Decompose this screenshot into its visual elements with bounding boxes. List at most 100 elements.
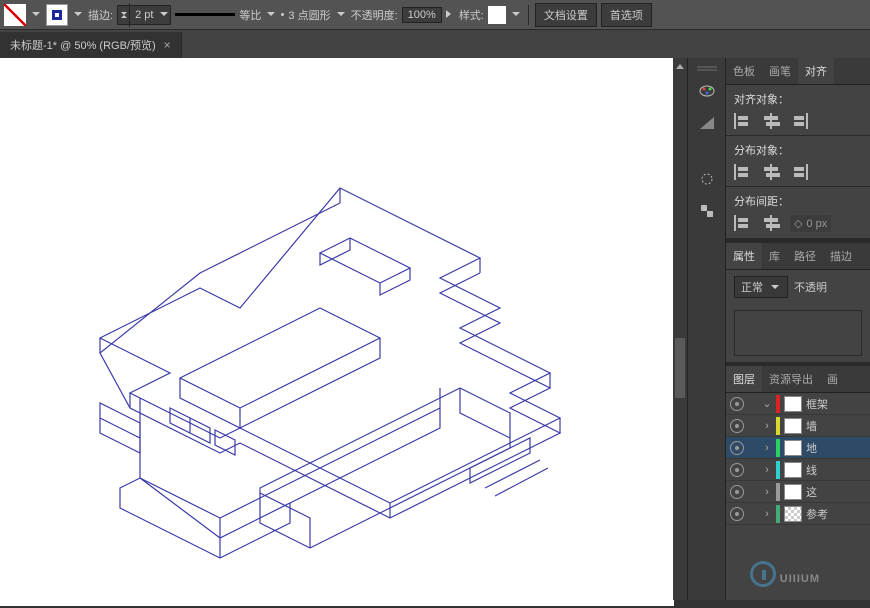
disclosure-icon[interactable]: ⌄ [762, 397, 772, 410]
align-hcenter-icon[interactable] [762, 113, 780, 129]
vertical-scrollbar[interactable] [673, 58, 687, 600]
fill-dropdown[interactable] [30, 9, 42, 21]
disclosure-icon[interactable]: › [762, 508, 772, 520]
profile-dropdown[interactable] [265, 9, 277, 21]
tab-asset-export[interactable]: 资源导出 [762, 366, 820, 392]
spacing-input[interactable]: ◇0 px [790, 215, 831, 232]
style-dropdown[interactable] [510, 9, 522, 21]
document-tab-bar: 未标题-1* @ 50% (RGB/预览) × [0, 30, 870, 58]
stroke-swatch[interactable] [46, 4, 68, 26]
layer-name: 地 [806, 440, 817, 456]
blend-opacity-label: 不透明 [794, 279, 827, 295]
layer-row[interactable]: ›这 [726, 481, 870, 503]
scrollbar-thumb[interactable] [675, 338, 685, 398]
opacity-input[interactable]: 100% [402, 7, 442, 23]
distribute-vcenter-icon[interactable] [762, 164, 780, 180]
watermark: UIIIUM [750, 561, 820, 588]
layer-row[interactable]: ›地 [726, 437, 870, 459]
top-toolbar: 描边: 2 pt 等比 3 点圆形 不透明度: 100% 样式: 文档设置 首选… [0, 0, 870, 30]
layer-row[interactable]: › 参考 [726, 503, 870, 525]
scroll-up-icon[interactable] [676, 60, 684, 69]
tab-swatches[interactable]: 色板 [726, 58, 762, 84]
layer-color-chip [776, 417, 780, 435]
preferences-button[interactable]: 首选项 [601, 3, 652, 27]
brush-preview[interactable]: 3 点圆形 [281, 7, 330, 23]
distribute-top-icon[interactable] [734, 164, 752, 180]
layer-row[interactable]: ⌄ 框架 [726, 393, 870, 415]
layer-thumbnail [784, 506, 802, 522]
opacity-more-icon[interactable] [446, 9, 455, 21]
layer-thumbnail [784, 462, 802, 478]
tab-libraries[interactable]: 库 [762, 243, 787, 269]
tab-close-icon[interactable]: × [164, 38, 171, 52]
align-objects-header: 对齐对象： [734, 91, 862, 107]
layer-row[interactable]: ›线 [726, 459, 870, 481]
align-left-icon[interactable] [734, 113, 752, 129]
layer-thumbnail [784, 440, 802, 456]
visibility-toggle-icon[interactable] [730, 441, 744, 455]
layer-row[interactable]: ›墙 [726, 415, 870, 437]
visibility-toggle-icon[interactable] [730, 507, 744, 521]
layer-color-chip [776, 461, 780, 479]
align-panel: 对齐对象： [726, 85, 870, 136]
blend-mode-dropdown[interactable]: 正常 [734, 276, 788, 298]
stroke-weight-input[interactable]: 2 pt [117, 5, 171, 25]
visibility-toggle-icon[interactable] [730, 397, 744, 411]
layer-name: 线 [806, 462, 817, 478]
layer-color-chip [776, 395, 780, 413]
layer-name: 参考 [806, 506, 828, 522]
opacity-label: 不透明度: [351, 7, 398, 23]
tab-pathfinder[interactable]: 路径 [787, 243, 823, 269]
document-setup-button[interactable]: 文档设置 [535, 3, 597, 27]
hspacing-icon[interactable] [734, 215, 752, 231]
layers-list: ⌄框架›墙›地›线›这›参考 [726, 393, 870, 525]
appearance-preview-box [734, 310, 862, 356]
panel-dock-strip [687, 58, 725, 600]
layer-color-chip [776, 505, 780, 523]
stroke-profile-preview[interactable] [175, 13, 235, 16]
spacing-panel: 分布间距： ◇0 px [726, 187, 870, 239]
disclosure-icon[interactable]: › [762, 486, 772, 498]
disclosure-icon[interactable]: › [762, 442, 772, 454]
visibility-toggle-icon[interactable] [730, 419, 744, 433]
graphic-style-swatch[interactable] [488, 6, 506, 24]
panel-tabs-align: 色板 画笔 对齐 [726, 58, 870, 85]
layer-name: 框架 [806, 396, 828, 412]
distribute-panel: 分布对象： [726, 136, 870, 187]
tab-title: 未标题-1* @ 50% (RGB/预览) [10, 37, 156, 53]
stroke-panel-icon[interactable] [697, 170, 717, 188]
blend-mode-row: 正常 不透明 [726, 270, 870, 304]
dock-grip-icon[interactable] [697, 66, 717, 68]
document-tab[interactable]: 未标题-1* @ 50% (RGB/预览) × [0, 32, 182, 58]
tab-align[interactable]: 对齐 [798, 58, 834, 84]
layer-thumbnail [784, 484, 802, 500]
canvas-area[interactable] [0, 58, 687, 600]
artboard[interactable] [0, 58, 674, 606]
layer-name: 墙 [806, 418, 817, 434]
distribute-objects-header: 分布对象： [734, 142, 862, 158]
fill-swatch[interactable] [4, 4, 26, 26]
tab-brushes[interactable]: 画笔 [762, 58, 798, 84]
layer-color-chip [776, 483, 780, 501]
visibility-toggle-icon[interactable] [730, 485, 744, 499]
right-panel-group: 色板 画笔 对齐 对齐对象： 分布对象： 分布间距： [725, 58, 870, 600]
layer-color-chip [776, 439, 780, 457]
stroke-profile-label: 等比 [239, 7, 261, 23]
align-right-icon[interactable] [790, 113, 808, 129]
distribute-bottom-icon[interactable] [790, 164, 808, 180]
stroke-label: 描边: [88, 7, 113, 23]
tab-layers[interactable]: 图层 [726, 366, 762, 392]
gradient-panel-icon[interactable] [697, 114, 717, 132]
disclosure-icon[interactable]: › [762, 464, 772, 476]
disclosure-icon[interactable]: › [762, 420, 772, 432]
transparency-panel-icon[interactable] [697, 202, 717, 220]
tab-attributes[interactable]: 属性 [726, 243, 762, 269]
panel-tabs-layers: 图层 资源导出 画 [726, 366, 870, 393]
stroke-dropdown[interactable] [72, 9, 84, 21]
visibility-toggle-icon[interactable] [730, 463, 744, 477]
color-panel-icon[interactable] [697, 82, 717, 100]
vspacing-icon[interactable] [762, 215, 780, 231]
tab-artboards[interactable]: 画 [820, 366, 845, 392]
tab-stroke[interactable]: 描边 [823, 243, 859, 269]
brush-dropdown[interactable] [335, 9, 347, 21]
